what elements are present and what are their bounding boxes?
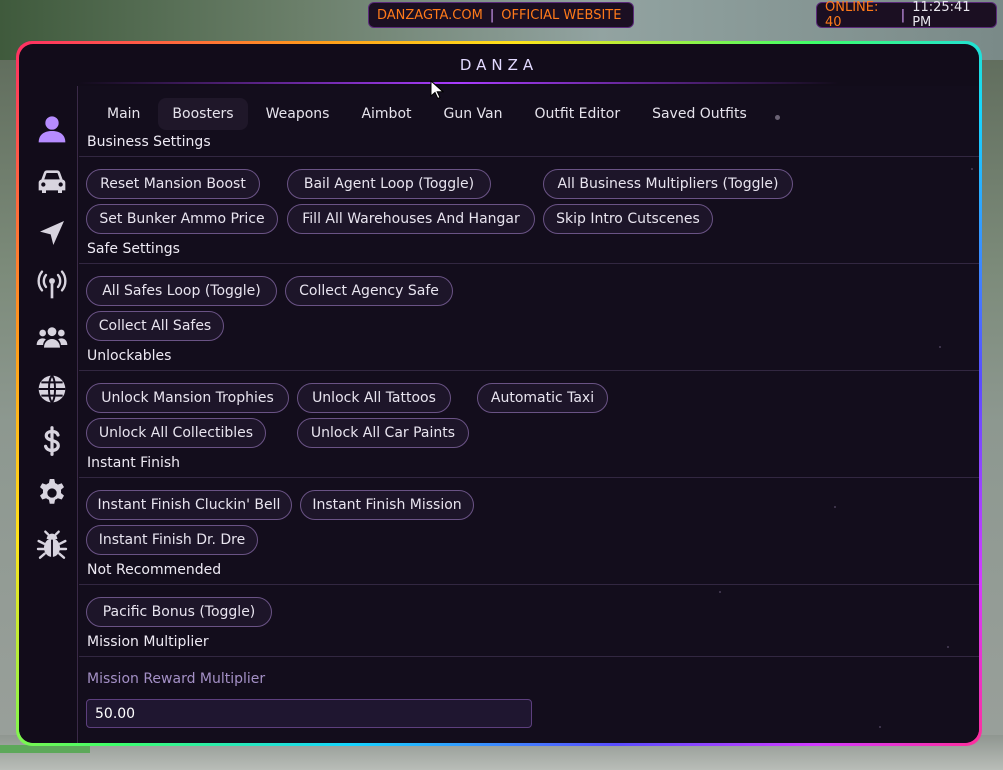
user-icon[interactable] [35,112,69,146]
bail-agent-loop-toggle-button[interactable]: Bail Agent Loop (Toggle) [287,169,491,199]
section-title-safe: Safe Settings [87,241,180,257]
star [879,726,881,728]
section-divider [79,263,979,264]
tab-main[interactable]: Main [93,98,154,130]
online-status-banner: ONLINE: 40 | 11:25:41 PM [816,0,997,30]
section-title-business: Business Settings [87,134,211,150]
separator: | [489,7,495,23]
car-icon[interactable] [35,164,69,198]
star [719,591,721,593]
gear-icon[interactable] [35,476,69,510]
star [939,346,941,348]
users-group-icon[interactable] [35,320,69,354]
section-divider [79,370,979,371]
bug-icon[interactable] [35,528,69,562]
site-url: DANZAGTA.COM [377,7,483,23]
skip-intro-cutscenes-button[interactable]: Skip Intro Cutscenes [543,204,713,234]
official-website-label: OFFICIAL WEBSITE [501,7,622,23]
instant-finish-mission-button[interactable]: Instant Finish Mission [300,490,474,520]
star [971,168,973,170]
mission-reward-multiplier-label: Mission Reward Multiplier [87,671,266,687]
all-business-multipliers-toggle-button[interactable]: All Business Multipliers (Toggle) [543,169,793,199]
game-hud-bar [0,745,90,753]
dollar-icon[interactable] [35,424,69,458]
tab-saved-outfits[interactable]: Saved Outfits [638,98,761,130]
globe-icon[interactable] [35,372,69,406]
pacific-bonus-toggle-button[interactable]: Pacific Bonus (Toggle) [86,597,272,627]
section-divider [79,477,979,478]
section-divider [79,656,979,657]
menu-title: DANZA [459,56,539,74]
all-safes-loop-toggle-button[interactable]: All Safes Loop (Toggle) [86,276,277,306]
website-banner[interactable]: DANZAGTA.COM | OFFICIAL WEBSITE [368,2,634,28]
section-title-not-recommended: Not Recommended [87,562,222,578]
navigation-icon[interactable] [35,216,69,250]
section-divider [79,584,979,585]
tab-outfit-editor[interactable]: Outfit Editor [521,98,635,130]
reset-mansion-boost-button[interactable]: Reset Mansion Boost [86,169,260,199]
fill-all-warehouses-button[interactable]: Fill All Warehouses And Hangar [287,204,535,234]
star [947,646,949,648]
tab-scroll-indicator [775,115,780,120]
collect-all-safes-button[interactable]: Collect All Safes [86,311,224,341]
unlock-all-car-paints-button[interactable]: Unlock All Car Paints [297,418,469,448]
unlock-all-tattoos-button[interactable]: Unlock All Tattoos [297,383,451,413]
automatic-taxi-button[interactable]: Automatic Taxi [477,383,608,413]
section-divider [79,156,979,157]
mod-menu-window: DANZA Main Boosters Weapons Aimbot Gun V… [16,41,982,746]
unlock-mansion-trophies-button[interactable]: Unlock Mansion Trophies [86,383,289,413]
mouse-cursor-icon [430,80,444,100]
tab-weapons[interactable]: Weapons [252,98,344,130]
section-title-mission-multiplier: Mission Multiplier [87,634,209,650]
online-count: ONLINE: 40 [825,0,879,30]
section-title-instant-finish: Instant Finish [87,455,181,471]
clock: 11:25:41 PM [912,0,971,30]
separator: | [900,7,906,23]
tab-bar: Main Boosters Weapons Aimbot Gun Van Out… [93,98,765,130]
collect-agency-safe-button[interactable]: Collect Agency Safe [285,276,453,306]
sidebar [19,86,78,743]
instant-finish-dr-dre-button[interactable]: Instant Finish Dr. Dre [86,525,258,555]
tab-boosters[interactable]: Boosters [158,98,248,130]
tab-gun-van[interactable]: Gun Van [430,98,517,130]
section-title-unlockables: Unlockables [87,348,172,364]
tab-aimbot[interactable]: Aimbot [347,98,425,130]
mod-menu-body: DANZA Main Boosters Weapons Aimbot Gun V… [19,44,979,743]
star [834,506,836,508]
title-underline [79,82,839,84]
broadcast-tower-icon[interactable] [35,268,69,302]
unlock-all-collectibles-button[interactable]: Unlock All Collectibles [86,418,266,448]
mission-reward-multiplier-input[interactable] [86,699,532,728]
content-panel: Main Boosters Weapons Aimbot Gun Van Out… [79,86,979,743]
instant-finish-cluckin-bell-button[interactable]: Instant Finish Cluckin' Bell [86,490,292,520]
set-bunker-ammo-price-button[interactable]: Set Bunker Ammo Price [86,204,278,234]
